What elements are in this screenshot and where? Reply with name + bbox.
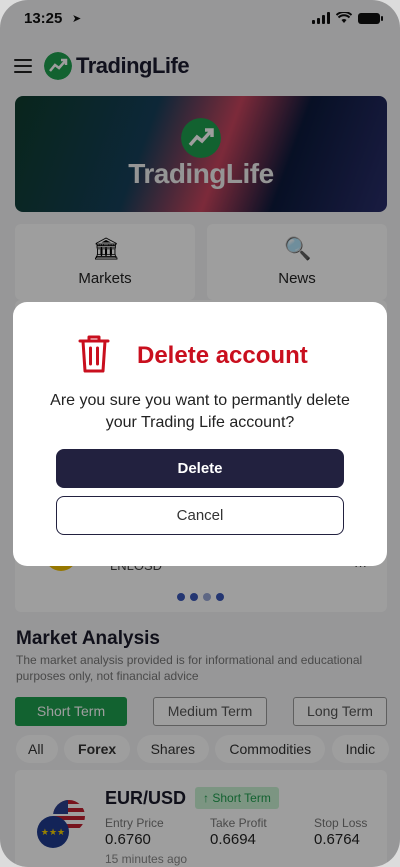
dialog-header: Delete account [13, 334, 387, 378]
cancel-button[interactable]: Cancel [56, 496, 344, 535]
dialog-message: Are you sure you want to permantly delet… [50, 392, 350, 431]
trash-icon [78, 335, 110, 373]
dialog-title: Delete account [137, 342, 308, 369]
delete-button[interactable]: Delete [56, 449, 344, 488]
app-screen: 13:25 ➤ TradingLife TradingLife 🏛 Market… [0, 0, 400, 867]
delete-account-dialog: Delete account Are you sure you want to … [13, 302, 387, 566]
